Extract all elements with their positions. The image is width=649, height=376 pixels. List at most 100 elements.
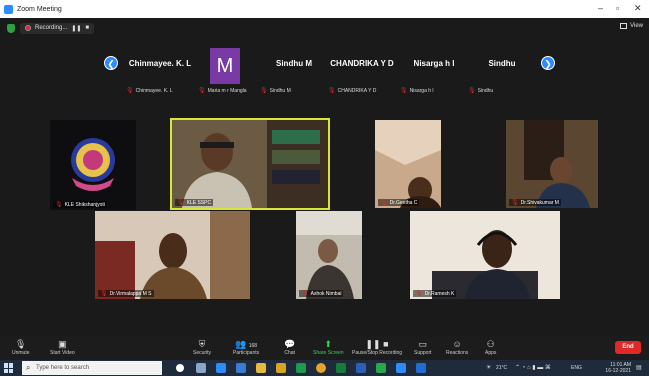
stop-icon[interactable]: ■ [85, 25, 89, 31]
next-page-arrow-icon[interactable]: ❯ [541, 56, 555, 70]
video-tile[interactable]: 🎙 Dr.Geetha C [375, 120, 441, 208]
participant-video [296, 211, 362, 299]
chat-button[interactable]: 💬 Chat [284, 338, 295, 356]
recording-indicator[interactable]: Recording... ❚❚ ■ [20, 22, 95, 34]
meeting-stage: Recording... ❚❚ ■ View ❮ ❯ Chinmayee. K.… [0, 18, 649, 336]
participant-label: Nisarga h l [409, 88, 434, 94]
mic-muted-icon: 🎙 [301, 291, 309, 297]
maximize-icon[interactable]: ▫ [616, 3, 619, 13]
record-dot-icon [25, 25, 31, 31]
sticky-notes-icon[interactable] [276, 363, 286, 373]
end-meeting-button[interactable]: End [615, 341, 641, 354]
participant-name: Sindhu [488, 59, 516, 68]
thumbnail-tile[interactable]: Nisarga h l 🎙 Nisarga h l [398, 48, 470, 96]
participants-button[interactable]: 👥 168 Participants [233, 338, 259, 356]
participant-label: Chinmayee. K. L [135, 88, 173, 94]
thumbnail-tile[interactable]: Chinmayee. K. L 🎙 Chinmayee. K. L [124, 48, 196, 96]
participant-label: Maria m r Mangla [207, 88, 247, 94]
participant-label: Sindhu [477, 88, 494, 94]
participant-label: Dr.Shivakumar M [520, 200, 559, 206]
reactions-button[interactable]: ☺ Reactions [446, 338, 468, 356]
mic-muted-icon: 🎙 [126, 88, 134, 94]
thumbnail-tile[interactable]: CHANDRIKA Y D 🎙 CHANDRIKA Y D [326, 48, 398, 96]
participants-icon: 👥 [235, 339, 247, 349]
mic-muted-icon: 🎙 [198, 88, 206, 94]
thumbnail-tile[interactable]: Sindhu 🎙 Sindhu [466, 48, 538, 96]
chat-icon: 💬 [284, 339, 296, 349]
chrome-icon[interactable] [316, 363, 326, 373]
video-tile[interactable]: 🎙 Dr.Virmalappa M S [95, 211, 250, 299]
security-button[interactable]: ⛨ Security [193, 338, 211, 356]
mic-muted-icon: 🎙 [55, 202, 63, 208]
mic-muted-icon: 🎙 [328, 88, 336, 94]
window-titlebar: Zoom Meeting – ▫ ✕ [0, 0, 649, 18]
mic-muted-icon: 🎙 [511, 200, 519, 206]
video-off-icon: ▣ [58, 339, 67, 349]
view-button[interactable]: View [620, 23, 643, 29]
task-view-icon[interactable] [196, 363, 206, 373]
video-tile-active-speaker[interactable]: 🎙 KLE SSPC [170, 118, 330, 210]
close-icon[interactable]: ✕ [634, 3, 642, 14]
participant-video [95, 211, 250, 299]
recording-label: Recording... [35, 25, 68, 31]
share-screen-icon: ⬆ [324, 339, 333, 349]
support-button[interactable]: ▭ Support [414, 338, 432, 356]
edge-icon[interactable] [236, 363, 246, 373]
search-placeholder: Type here to search [36, 365, 90, 371]
pause-stop-recording-button[interactable]: ❚❚ ■ Pause/Stop Recording [352, 338, 402, 356]
recording-bar: Recording... ❚❚ ■ [7, 21, 95, 35]
meeting-toolbar: 🎙 Unmute ▣ Start Video ⛨ Security 👥 168 … [0, 336, 649, 360]
participant-name: Sindhu M [276, 59, 312, 68]
excel-icon[interactable] [296, 363, 306, 373]
mic-muted-icon: 🎙 [400, 88, 408, 94]
unmute-button[interactable]: 🎙 Unmute [12, 338, 30, 356]
participant-label: Dr.Ramesh K [424, 291, 455, 297]
mic-muted-icon: 🎙 [100, 291, 108, 297]
pause-icon[interactable]: ❚❚ [71, 25, 81, 32]
cortana-icon[interactable] [176, 364, 184, 372]
mic-muted-icon: 🎙 [380, 200, 388, 206]
weather-icon[interactable]: ☀ [486, 364, 491, 371]
participant-label: KLE SSPC [186, 200, 212, 206]
video-tile[interactable]: 🎙 Ashok Nimbal [296, 211, 362, 299]
apps-button[interactable]: ⚇ Apps [485, 338, 496, 356]
pause-stop-icon: ❚❚ ■ [365, 339, 389, 349]
prev-page-arrow-icon[interactable]: ❮ [104, 56, 118, 70]
taskbar-search-input[interactable]: ⌕ Type here to search [22, 361, 162, 375]
zoom-taskbar-icon[interactable] [216, 363, 226, 373]
excel-alt-icon[interactable] [336, 363, 346, 373]
green-app-icon[interactable] [376, 363, 386, 373]
avatar: M [210, 48, 240, 84]
minimize-icon[interactable]: – [598, 3, 603, 13]
share-screen-button[interactable]: ⬆ Share Screen [313, 338, 344, 356]
grid-icon [620, 23, 628, 29]
mic-muted-icon: 🎙 [177, 200, 185, 206]
tray-icons[interactable]: ⌃ ◔ ⌂ ▮ ▬ ⌘ [515, 364, 551, 371]
participant-label: CHANDRIKA Y D [337, 88, 377, 94]
file-explorer-icon[interactable] [256, 363, 266, 373]
zoom-app-icon [4, 4, 13, 14]
participant-name: Chinmayee. K. L [128, 59, 192, 68]
clock[interactable]: 11:01 AM 16-12-2021 [605, 362, 631, 374]
shield-icon[interactable] [7, 23, 15, 33]
mic-muted-icon: 🎙 [468, 88, 476, 94]
participant-name: CHANDRIKA Y D [330, 59, 394, 68]
video-tile[interactable]: 🎙 Dr.Shivakumar M [506, 120, 598, 208]
blue-app-icon[interactable] [416, 363, 426, 373]
windows-start-icon[interactable] [4, 363, 14, 373]
word-icon[interactable] [356, 363, 366, 373]
zoom-app-icon[interactable] [396, 363, 406, 373]
notification-icon[interactable]: ▤ [636, 364, 642, 371]
participant-label: Dr.Geetha C [389, 200, 418, 206]
thumbnail-tile[interactable]: Sindhu M 🎙 Sindhu M [258, 48, 330, 96]
participant-label: Sindhu M [269, 88, 291, 94]
clock-date: 16-12-2021 [605, 368, 631, 374]
window-title: Zoom Meeting [17, 5, 62, 13]
shield-icon: ⛨ [198, 339, 206, 349]
participant-video [172, 120, 328, 208]
video-tile[interactable]: 🎙 KLE Shikshanjyoti [50, 120, 136, 210]
search-icon: ⌕ [26, 363, 31, 372]
video-tile[interactable]: 🎙 Dr.Ramesh K [410, 211, 560, 299]
start-video-button[interactable]: ▣ Start Video [50, 338, 75, 356]
language-indicator[interactable]: ENG [571, 365, 582, 371]
